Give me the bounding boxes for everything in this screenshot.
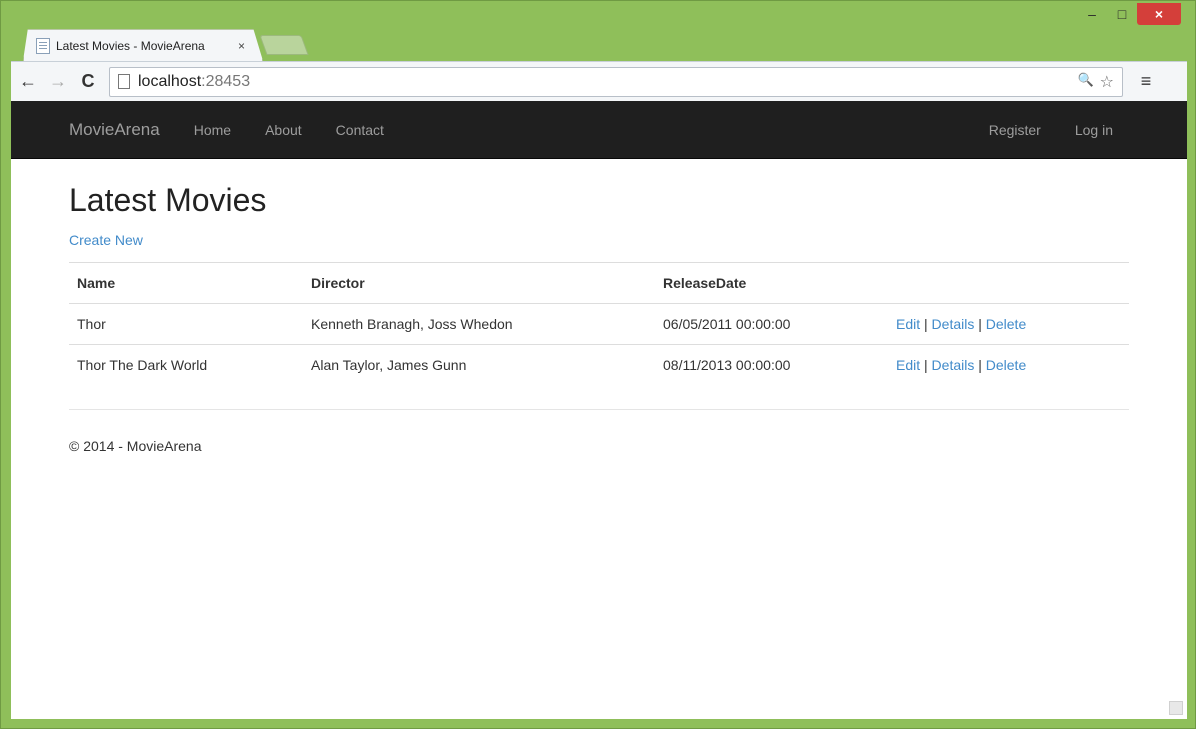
header-director: Director bbox=[303, 262, 655, 304]
resize-grip-icon[interactable] bbox=[1169, 701, 1183, 715]
window-controls: – □ × bbox=[1077, 3, 1181, 25]
tab-close-icon[interactable]: × bbox=[238, 39, 245, 53]
nav-home[interactable]: Home bbox=[194, 122, 231, 138]
movies-table: Name Director ReleaseDate Thor Kenneth B… bbox=[69, 262, 1129, 386]
nav-login[interactable]: Log in bbox=[1075, 122, 1113, 138]
cell-director: Alan Taylor, James Gunn bbox=[303, 344, 655, 386]
main-content: Latest Movies Create New Name Director R… bbox=[11, 181, 1187, 454]
site-navbar: MovieArena Home About Contact Register L… bbox=[11, 101, 1187, 159]
table-row: Thor The Dark World Alan Taylor, James G… bbox=[69, 344, 1129, 386]
title-bar: Latest Movies - MovieArena × – □ × bbox=[1, 1, 1195, 61]
table-header-row: Name Director ReleaseDate bbox=[69, 262, 1129, 304]
window-close-icon[interactable]: × bbox=[1137, 3, 1181, 25]
cell-release-date: 08/11/2013 00:00:00 bbox=[655, 344, 888, 386]
reload-icon[interactable]: C bbox=[75, 69, 101, 95]
address-bar[interactable]: localhost :28453 🔍 ☆ bbox=[109, 66, 1123, 97]
cell-actions: Edit | Details | Delete bbox=[888, 344, 1129, 386]
nav-about[interactable]: About bbox=[265, 122, 302, 138]
create-new-link[interactable]: Create New bbox=[69, 232, 143, 248]
footer-text: © 2014 - MovieArena bbox=[69, 437, 202, 454]
browser-tab[interactable]: Latest Movies - MovieArena × bbox=[23, 29, 263, 61]
details-link[interactable]: Details bbox=[932, 316, 975, 332]
edit-link[interactable]: Edit bbox=[896, 316, 920, 332]
cell-actions: Edit | Details | Delete bbox=[888, 303, 1129, 345]
edit-link[interactable]: Edit bbox=[896, 357, 920, 373]
tab-title: Latest Movies - MovieArena bbox=[56, 38, 205, 53]
table-row: Thor Kenneth Branagh, Joss Whedon 06/05/… bbox=[69, 303, 1129, 345]
browser-menu-icon[interactable]: ≡ bbox=[1133, 71, 1159, 92]
cell-name: Thor bbox=[69, 303, 303, 345]
back-arrow-icon[interactable]: ← bbox=[15, 69, 41, 95]
details-link[interactable]: Details bbox=[932, 357, 975, 373]
url-port: :28453 bbox=[201, 72, 251, 90]
page-favicon-icon bbox=[36, 37, 50, 54]
nav-contact[interactable]: Contact bbox=[336, 122, 384, 138]
browser-toolbar: ← → C localhost :28453 🔍 ☆ ≡ bbox=[11, 61, 1187, 101]
separator: | bbox=[978, 316, 982, 332]
zoom-icon[interactable]: 🔍 bbox=[1077, 72, 1093, 92]
separator: | bbox=[924, 316, 928, 332]
new-tab-button[interactable] bbox=[259, 35, 309, 55]
cell-name: Thor The Dark World bbox=[69, 344, 303, 386]
nav-register[interactable]: Register bbox=[989, 122, 1041, 138]
header-release-date: ReleaseDate bbox=[655, 262, 888, 304]
forward-arrow-icon[interactable]: → bbox=[45, 69, 71, 95]
maximize-icon[interactable]: □ bbox=[1107, 3, 1137, 25]
bookmark-star-icon[interactable]: ☆ bbox=[1100, 72, 1114, 92]
url-host: localhost bbox=[138, 72, 202, 90]
separator: | bbox=[978, 357, 982, 374]
delete-link[interactable]: Delete bbox=[986, 316, 1026, 332]
cell-director: Kenneth Branagh, Joss Whedon bbox=[303, 303, 655, 345]
page-viewport: MovieArena Home About Contact Register L… bbox=[11, 101, 1187, 719]
brand-link[interactable]: MovieArena bbox=[69, 120, 160, 140]
delete-link[interactable]: Delete bbox=[986, 357, 1026, 373]
browser-window: Latest Movies - MovieArena × – □ × ← → C… bbox=[0, 0, 1196, 729]
footer-divider bbox=[69, 408, 1129, 410]
header-actions bbox=[888, 262, 1129, 304]
page-title: Latest Movies bbox=[69, 182, 267, 218]
cell-release-date: 06/05/2011 00:00:00 bbox=[655, 303, 888, 345]
separator: | bbox=[924, 357, 928, 374]
minimize-icon[interactable]: – bbox=[1077, 3, 1107, 25]
header-name: Name bbox=[69, 262, 303, 304]
page-icon bbox=[118, 74, 130, 89]
